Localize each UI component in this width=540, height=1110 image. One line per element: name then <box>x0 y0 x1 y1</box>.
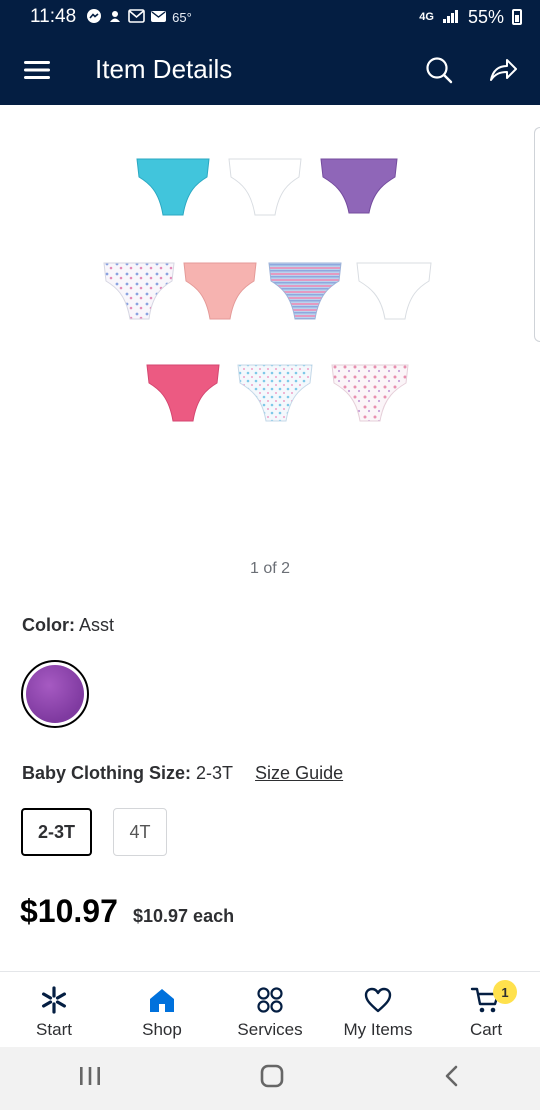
network-label: 4G <box>419 11 434 23</box>
menu-button[interactable] <box>0 34 74 105</box>
bottom-navigation: Start Shop Services My Items 1 Cart <box>0 971 540 1047</box>
status-system-icons: 4G 55% <box>419 7 522 28</box>
color-label-title: Color: <box>22 615 75 635</box>
nav-start[interactable]: Start <box>0 972 108 1047</box>
size-value: 2-3T <box>196 763 234 783</box>
nav-my-items[interactable]: My Items <box>324 972 432 1047</box>
nav-label-my-items: My Items <box>343 1020 413 1039</box>
mail-icon <box>150 9 167 26</box>
size-option-2-3t[interactable]: 2-3T <box>21 808 92 856</box>
product-image-carousel[interactable] <box>0 105 540 545</box>
home-circle-icon <box>260 1064 284 1088</box>
spark-icon <box>38 984 70 1016</box>
garment-white-2 <box>356 262 432 320</box>
color-label: Color: Asst <box>22 615 114 636</box>
nav-label-cart: Cart <box>469 1020 503 1039</box>
garment-floral-pink <box>331 364 409 422</box>
share-icon <box>490 58 517 81</box>
share-button[interactable] <box>482 49 524 91</box>
garment-aqua <box>136 158 210 216</box>
status-notification-icons: 65° <box>86 8 192 27</box>
garment-peach <box>183 262 257 320</box>
garment-striped <box>268 262 342 320</box>
gmail-icon <box>128 8 145 26</box>
back-button[interactable] <box>442 1064 462 1093</box>
nav-services[interactable]: Services <box>216 972 324 1047</box>
nav-label-shop: Shop <box>142 1020 182 1039</box>
notification-icon <box>107 8 123 27</box>
app-header: Item Details <box>0 34 540 105</box>
image-pager: 1 of 2 <box>249 560 291 577</box>
garment-purple <box>320 158 398 214</box>
price: $10.97 <box>20 893 118 929</box>
garment-pink <box>146 364 220 422</box>
hamburger-icon <box>24 60 50 79</box>
color-value: Asst <box>79 615 115 635</box>
nav-label-services: Services <box>237 1020 303 1039</box>
home-icon <box>146 984 178 1016</box>
color-swatch-selected[interactable] <box>21 660 89 728</box>
color-swatch-fill <box>26 665 84 723</box>
battery-percent: 55% <box>467 6 504 27</box>
cart-count-badge: 1 <box>493 980 517 1004</box>
battery-icon <box>512 9 522 25</box>
nav-label-start: Start <box>36 1020 72 1039</box>
product-image <box>103 158 432 422</box>
search-button[interactable] <box>418 49 460 91</box>
garment-white <box>228 158 302 216</box>
size-label: Baby Clothing Size: 2-3T <box>22 763 233 784</box>
size-guide-link[interactable]: Size Guide <box>255 763 343 784</box>
search-icon <box>426 56 453 83</box>
nav-cart[interactable]: 1 Cart <box>432 972 540 1047</box>
recent-apps-button[interactable] <box>78 1065 102 1092</box>
weather-text: 65° <box>172 9 192 25</box>
nav-shop[interactable]: Shop <box>108 972 216 1047</box>
heart-icon <box>362 984 394 1016</box>
status-time: 11:48 <box>30 6 77 27</box>
size-selector-header: Baby Clothing Size: 2-3T Size Guide <box>22 763 343 784</box>
messenger-icon <box>86 8 102 27</box>
unit-price: $10.97 each <box>133 906 235 926</box>
system-navigation-bar <box>0 1047 540 1110</box>
home-button[interactable] <box>259 1063 285 1094</box>
signal-icon <box>442 7 460 28</box>
garment-dotted <box>237 364 313 422</box>
product-details: 1 of 2 Color: Asst Baby Clothing Size: 2… <box>0 105 540 971</box>
size-label-title: Baby Clothing Size: <box>22 763 192 783</box>
recent-apps-icon <box>80 1067 101 1085</box>
size-option-4t[interactable]: 4T <box>113 808 167 856</box>
garment-floral <box>103 262 175 320</box>
page-title: Item Details <box>95 54 233 84</box>
back-chevron-icon <box>445 1065 457 1087</box>
services-grid-icon <box>254 984 286 1016</box>
carousel-next-peek[interactable] <box>534 127 540 342</box>
status-bar: 11:48 65° 4G 55% <box>0 0 540 34</box>
